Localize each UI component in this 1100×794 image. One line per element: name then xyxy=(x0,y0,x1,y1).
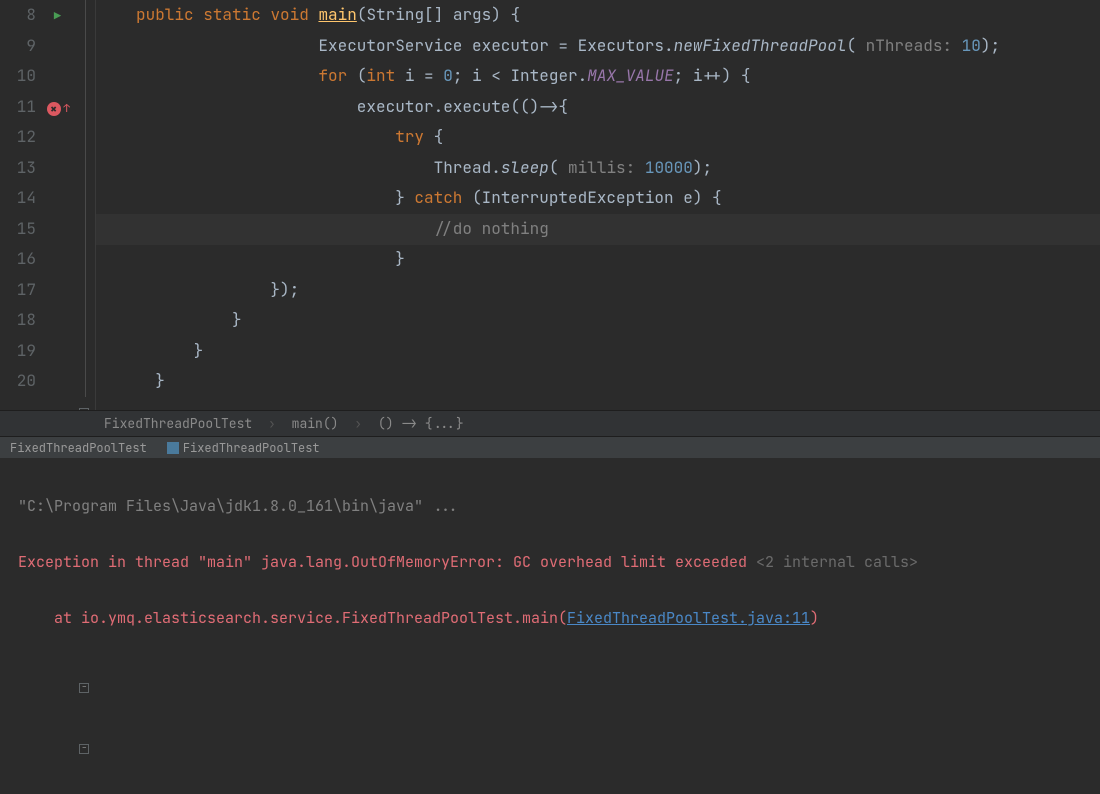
breadcrumb-method[interactable]: main() xyxy=(288,415,343,432)
line-number: 15 xyxy=(16,214,36,245)
line-number: 14 xyxy=(16,183,36,214)
line-number: 8 xyxy=(16,0,36,31)
breadcrumb-separator: › xyxy=(264,415,280,432)
console-exception-line: Exception in thread "main" java.lang.Out… xyxy=(18,548,1082,576)
run-tab[interactable]: FixedThreadPoolTest xyxy=(0,440,157,456)
line-number: 20 xyxy=(16,366,36,397)
code-line[interactable]: } xyxy=(136,305,1100,336)
console-command-line: "C:\Program Files\Java\jdk1.8.0_161\bin\… xyxy=(18,492,1082,520)
console-stacktrace-line: at io.ymq.elasticsearch.service.FixedThr… xyxy=(18,604,1082,632)
line-number: 11 xyxy=(16,92,36,123)
code-line[interactable]: } xyxy=(136,244,1100,275)
code-line[interactable]: Thread.sleep( millis: 10000); xyxy=(136,153,1100,184)
breadcrumb-lambda[interactable]: () -> {...} xyxy=(374,415,468,432)
code-line[interactable]: ExecutorService executor = Executors.new… xyxy=(136,31,1100,62)
fold-column[interactable] xyxy=(75,0,96,437)
line-number: 12 xyxy=(16,122,36,153)
line-number: 10 xyxy=(16,61,36,92)
breadcrumb-class[interactable]: FixedThreadPoolTest xyxy=(100,415,256,432)
code-line[interactable]: for (int i = 0; i < Integer.MAX_VALUE; i… xyxy=(136,61,1100,92)
console-output[interactable]: "C:\Program Files\Java\jdk1.8.0_161\bin\… xyxy=(0,458,1100,608)
fold-toggle-icon[interactable] xyxy=(75,733,95,764)
error-breakpoint-icon[interactable] xyxy=(47,102,61,116)
line-number: 13 xyxy=(16,153,36,184)
line-number: 18 xyxy=(16,305,36,336)
run-config-icon xyxy=(167,442,179,454)
breadcrumb[interactable]: FixedThreadPoolTest › main() › () -> {..… xyxy=(0,410,1100,437)
run-icon[interactable]: ▶ xyxy=(54,8,61,24)
gutter-icon-column[interactable]: ▶ ↑ xyxy=(40,0,75,437)
code-line[interactable]: executor.execute(()->{ xyxy=(136,92,1100,123)
line-number: 9 xyxy=(16,31,36,62)
line-number: 17 xyxy=(16,275,36,306)
run-tabs[interactable]: FixedThreadPoolTest FixedThreadPoolTest xyxy=(0,436,1100,459)
code-line[interactable]: }); xyxy=(136,275,1100,306)
fold-toggle-icon[interactable] xyxy=(75,672,95,703)
line-number: 19 xyxy=(16,336,36,367)
code-line[interactable]: } catch (InterruptedException e) { xyxy=(136,183,1100,214)
breadcrumb-separator: › xyxy=(350,415,366,432)
code-line[interactable]: } xyxy=(136,366,1100,397)
line-number-gutter[interactable]: 8 9 10 11 12 13 14 15 16 17 18 19 20 xyxy=(0,0,40,437)
code-line[interactable]: public static void main(String[] args) { xyxy=(136,0,1100,31)
line-number: 16 xyxy=(16,244,36,275)
code-content[interactable]: public static void main(String[] args) {… xyxy=(96,0,1100,437)
code-editor[interactable]: 8 9 10 11 12 13 14 15 16 17 18 19 20 ▶ ↑… xyxy=(0,0,1100,437)
code-line[interactable]: //do nothing xyxy=(136,214,1100,245)
code-line[interactable]: } xyxy=(136,336,1100,367)
exception-arrow-icon: ↑ xyxy=(63,102,70,116)
code-line[interactable]: try { xyxy=(136,122,1100,153)
run-tab[interactable]: FixedThreadPoolTest xyxy=(157,440,330,456)
stacktrace-source-link[interactable]: FixedThreadPoolTest.java:11 xyxy=(567,608,810,628)
